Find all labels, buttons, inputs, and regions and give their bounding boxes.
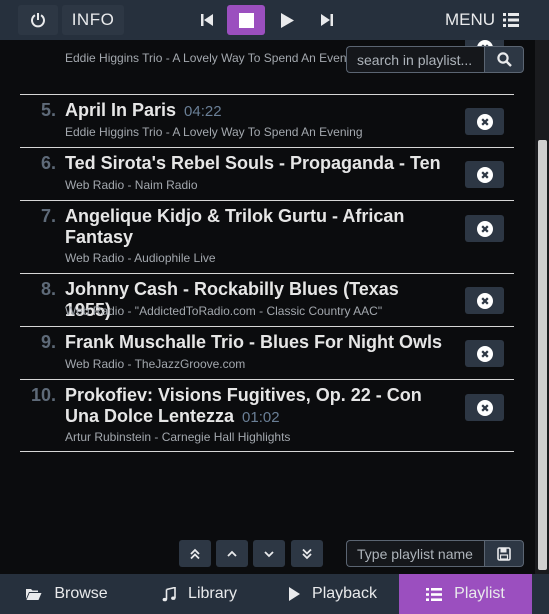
track-title: April In Paris 04:22 <box>65 100 445 122</box>
skip-forward-icon <box>320 13 334 27</box>
remove-track-button[interactable] <box>465 215 504 242</box>
track-subtitle: Web Radio - TheJazzGroove.com <box>65 357 246 371</box>
move-top-button[interactable] <box>179 540 211 567</box>
scrollbar-thumb[interactable] <box>538 140 547 570</box>
double-chevron-up-icon <box>189 548 201 560</box>
track-duration: 04:22 <box>184 103 222 120</box>
tab-playback[interactable]: Playback <box>266 574 399 614</box>
track-subtitle: Web Radio - Audiophile Live <box>65 251 216 265</box>
playlist: Eddie Higgins Trio - A Lovely Way To Spe… <box>20 40 514 452</box>
chevron-up-icon <box>226 548 238 560</box>
stop-icon <box>238 12 254 28</box>
playlist-row[interactable]: 7. Angelique Kidjo & Trilok Gurtu - Afri… <box>20 201 514 274</box>
playlist-row[interactable]: 6. Ted Sirota's Rebel Souls - Propaganda… <box>20 148 514 201</box>
skip-back-icon <box>200 13 214 27</box>
tab-label: Playlist <box>454 585 505 602</box>
play-button[interactable] <box>268 5 306 35</box>
track-number: 8. <box>40 279 56 299</box>
list-icon <box>503 13 519 27</box>
track-subtitle: Eddie Higgins Trio - A Lovely Way To Spe… <box>65 51 363 65</box>
playlist-row[interactable]: 8. Johnny Cash - Rockabilly Blues (Texas… <box>20 274 514 327</box>
save-icon <box>497 546 511 561</box>
track-title: Frank Muschalle Trio - Blues For Night O… <box>65 332 445 353</box>
track-title-text: Angelique Kidjo & Trilok Gurtu - African… <box>65 206 405 247</box>
track-title-text: Frank Muschalle Trio - Blues For Night O… <box>65 332 443 352</box>
save-playlist <box>346 540 524 567</box>
search-input[interactable] <box>346 46 484 73</box>
stop-button[interactable] <box>227 5 265 35</box>
top-bar: INFO MENU <box>0 0 549 40</box>
tab-label: Browse <box>54 585 108 602</box>
track-number: 10. <box>30 385 56 405</box>
playlist-row[interactable]: 5. April In Paris 04:22 Eddie Higgins Tri… <box>20 95 514 148</box>
track-number: 5. <box>40 100 56 120</box>
remove-icon <box>476 399 493 416</box>
playlist-name-input[interactable] <box>346 540 484 567</box>
music-note-icon <box>162 586 176 602</box>
remove-icon <box>476 166 493 183</box>
power-icon <box>30 12 46 28</box>
list-icon <box>426 587 443 601</box>
remove-track-button[interactable] <box>465 394 504 421</box>
remove-track-button[interactable] <box>465 340 504 367</box>
search-button[interactable] <box>484 46 524 73</box>
tab-playlist[interactable]: Playlist <box>399 574 532 614</box>
tab-browse[interactable]: Browse <box>0 574 133 614</box>
play-icon <box>280 12 294 28</box>
remove-track-button[interactable] <box>465 108 504 135</box>
track-title: Angelique Kidjo & Trilok Gurtu - African… <box>65 206 445 248</box>
tab-label: Library <box>188 585 237 602</box>
track-title-text: Ted Sirota's Rebel Souls - Propaganda - … <box>65 153 441 173</box>
move-down-button[interactable] <box>253 540 285 567</box>
info-button[interactable]: INFO <box>62 5 124 35</box>
remove-icon <box>476 220 493 237</box>
playlist-search <box>346 46 524 73</box>
double-chevron-down-icon <box>301 548 313 560</box>
track-number: 9. <box>40 332 56 352</box>
track-title: Ted Sirota's Rebel Souls - Propaganda - … <box>65 153 445 174</box>
remove-icon <box>476 345 493 362</box>
bottom-tab-bar: Browse Library Playback Playlist <box>0 574 549 614</box>
remove-track-button[interactable] <box>465 161 504 188</box>
playlist-row[interactable]: 9. Frank Muschalle Trio - Blues For Nigh… <box>20 327 514 380</box>
menu-label: MENU <box>444 10 495 29</box>
remove-track-button[interactable] <box>465 287 504 314</box>
track-subtitle: Web Radio - "AddictedToRadio.com - Class… <box>65 304 383 318</box>
track-number: 6. <box>40 153 56 173</box>
remove-icon <box>476 292 493 309</box>
track-number: 7. <box>40 206 56 226</box>
power-button[interactable] <box>18 5 58 35</box>
previous-button[interactable] <box>188 5 226 35</box>
search-icon <box>496 52 512 67</box>
save-playlist-button[interactable] <box>484 540 524 567</box>
track-subtitle: Eddie Higgins Trio - A Lovely Way To Spe… <box>65 125 363 139</box>
playlist-row[interactable]: 10. Prokofiev: Visions Fugitives, Op. 22… <box>20 380 514 452</box>
track-title: Prokofiev: Visions Fugitives, Op. 22 - C… <box>65 385 445 428</box>
track-duration: 01:02 <box>242 409 280 426</box>
tab-library[interactable]: Library <box>133 574 266 614</box>
menu-button[interactable]: MENU <box>445 5 519 35</box>
move-bottom-button[interactable] <box>291 540 323 567</box>
tab-label: Playback <box>312 585 377 602</box>
next-button[interactable] <box>308 5 346 35</box>
track-title-text: April In Paris <box>65 100 177 120</box>
track-subtitle: Artur Rubinstein - Carnegie Hall Highlig… <box>65 430 291 444</box>
scrollbar[interactable] <box>535 40 549 574</box>
chevron-down-icon <box>263 548 275 560</box>
track-subtitle: Web Radio - Naim Radio <box>65 178 198 192</box>
folder-open-icon <box>25 587 42 601</box>
move-up-button[interactable] <box>216 540 248 567</box>
play-icon <box>288 587 301 601</box>
remove-icon <box>476 113 493 130</box>
playlist-tools <box>0 540 535 570</box>
